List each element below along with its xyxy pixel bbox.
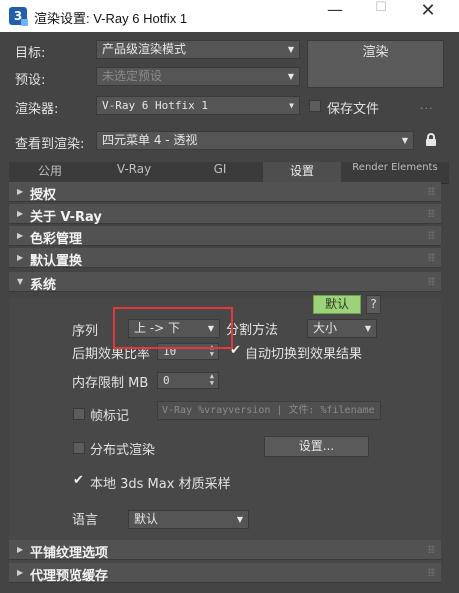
frame-stamp-text-field[interactable]: V-Ray %vrayversion | 文件: %filename [157, 401, 381, 420]
distributed-settings-button[interactable]: 设置... [264, 436, 369, 457]
minimize-icon[interactable]: — [313, 0, 357, 32]
tab-gi[interactable]: GI [177, 162, 263, 184]
annotation-highlight-box [113, 307, 233, 349]
maximize-icon[interactable]: ☐ [359, 0, 403, 32]
rollout-title: 默认置换 [30, 254, 83, 269]
language-dropdown[interactable]: 默认 ▼ [128, 510, 249, 529]
preset-dropdown[interactable]: 未选定预设 ▼ [96, 67, 300, 86]
split-method-dropdown[interactable]: 大小 ▼ [307, 319, 377, 338]
language-label: 语言 [72, 513, 99, 528]
view-value: 四元菜单 4 - 透视 [102, 133, 198, 147]
rollout-title: 关于 V-Ray [30, 210, 102, 225]
help-button[interactable]: ? [366, 295, 381, 314]
render-button[interactable]: 渲染 [307, 40, 444, 88]
auto-switch-label: 自动切换到效果结果 [245, 347, 363, 362]
drag-grip-icon[interactable] [428, 253, 435, 261]
default-button[interactable]: 默认 [313, 295, 361, 314]
split-method-value: 大小 [313, 321, 338, 335]
view-label: 查看到渲染: [15, 137, 85, 152]
expand-triangle-icon: ▶ [17, 231, 24, 240]
rollout-title: 授权 [30, 188, 57, 203]
rollout-color-management[interactable]: ▶ 色彩管理 [9, 226, 441, 247]
save-file-label: 保存文件 [327, 102, 380, 117]
window-title: 渲染设置: V-Ray 6 Hotfix 1 [34, 11, 188, 26]
memory-limit-label: 内存限制 MB [72, 376, 149, 391]
save-file-checkbox[interactable] [309, 100, 321, 112]
dropdown-arrow-icon: ▼ [401, 136, 408, 145]
drag-grip-icon[interactable] [428, 568, 435, 576]
dropdown-arrow-icon: ▼ [364, 324, 371, 333]
frame-stamp-checkbox[interactable] [73, 408, 85, 420]
rollout-license[interactable]: ▶ 授权 [9, 182, 441, 203]
expand-triangle-icon: ▶ [17, 209, 24, 218]
tab-bar: 公用 V-Ray GI 设置 Render Elements [9, 162, 449, 184]
split-method-label: 分割方法 [226, 323, 279, 338]
3dsmax-app-icon: 3 [9, 7, 28, 26]
render-settings-dialog: 目标: 产品级渲染模式 ▼ 预设: 未选定预设 ▼ 渲染 渲染器: V-Ray 6 … [0, 32, 459, 593]
renderer-value: V-Ray 6 Hotfix 1 [102, 99, 208, 112]
local-material-sampling-label: 本地 3ds Max 材质采样 [90, 477, 231, 492]
close-icon[interactable]: ✕ [406, 0, 450, 32]
rollout-tiled-texture-options[interactable]: ▶ 平铺纹理选项 [9, 540, 441, 561]
rollout-title: 代理预览缓存 [30, 569, 109, 584]
tab-common[interactable]: 公用 [9, 162, 91, 184]
expand-triangle-icon: ▶ [17, 568, 24, 577]
rollout-proxy-preview-cache[interactable]: ▶ 代理预览缓存 [9, 563, 441, 584]
browse-more-button[interactable]: ... [420, 99, 434, 112]
collapse-triangle-icon: ▼ [17, 277, 24, 286]
local-material-sampling-checkbox[interactable]: ✔ [73, 474, 85, 487]
target-dropdown[interactable]: 产品级渲染模式 ▼ [96, 40, 300, 59]
rollout-system[interactable]: ▼ 系统 [9, 272, 441, 293]
dropdown-arrow-icon: ▼ [287, 45, 294, 54]
rollout-title: 平铺纹理选项 [30, 546, 109, 561]
rollout-default-displacement[interactable]: ▶ 默认置换 [9, 248, 441, 269]
memory-limit-value: 0 [163, 374, 170, 387]
drag-grip-icon[interactable] [428, 231, 435, 239]
target-label: 目标: [15, 46, 46, 61]
rollout-title: 色彩管理 [30, 232, 83, 247]
expand-triangle-icon: ▶ [17, 187, 24, 196]
frame-stamp-label: 帧标记 [90, 409, 130, 424]
dropdown-arrow-icon: ▼ [289, 101, 294, 110]
sequence-label: 序列 [72, 324, 99, 339]
spinner-arrows-icon[interactable]: ▲ ▼ [210, 373, 214, 387]
drag-grip-icon[interactable] [428, 209, 435, 217]
expand-triangle-icon: ▶ [17, 253, 24, 262]
drag-grip-icon[interactable] [428, 187, 435, 195]
rollout-about-vray[interactable]: ▶ 关于 V-Ray [9, 204, 441, 225]
tab-vray[interactable]: V-Ray [91, 162, 177, 184]
dropdown-arrow-icon: ▼ [287, 72, 294, 81]
title-bar: 3 渲染设置: V-Ray 6 Hotfix 1 — ☐ ✕ [0, 0, 459, 32]
drag-grip-icon[interactable] [428, 545, 435, 553]
dropdown-arrow-icon: ▼ [236, 515, 243, 524]
renderer-dropdown[interactable]: V-Ray 6 Hotfix 1 ▼ [96, 96, 300, 115]
tab-render-elements[interactable]: Render Elements [341, 162, 449, 184]
preset-value: 未选定预设 [102, 69, 163, 83]
target-value: 产品级渲染模式 [102, 42, 187, 56]
language-value: 默认 [134, 512, 159, 526]
tab-settings[interactable]: 设置 [263, 162, 341, 184]
lock-icon[interactable] [426, 133, 436, 146]
renderer-label: 渲染器: [15, 102, 59, 117]
memory-limit-spinner[interactable]: 0 ▲ ▼ [157, 372, 219, 389]
distributed-render-checkbox[interactable] [73, 442, 85, 454]
distributed-render-label: 分布式渲染 [90, 443, 156, 458]
rollout-title: 系统 [30, 278, 57, 293]
drag-grip-icon[interactable] [428, 277, 435, 285]
preset-label: 预设: [15, 73, 46, 88]
expand-triangle-icon: ▶ [17, 545, 24, 554]
view-dropdown[interactable]: 四元菜单 4 - 透视 ▼ [96, 131, 414, 150]
